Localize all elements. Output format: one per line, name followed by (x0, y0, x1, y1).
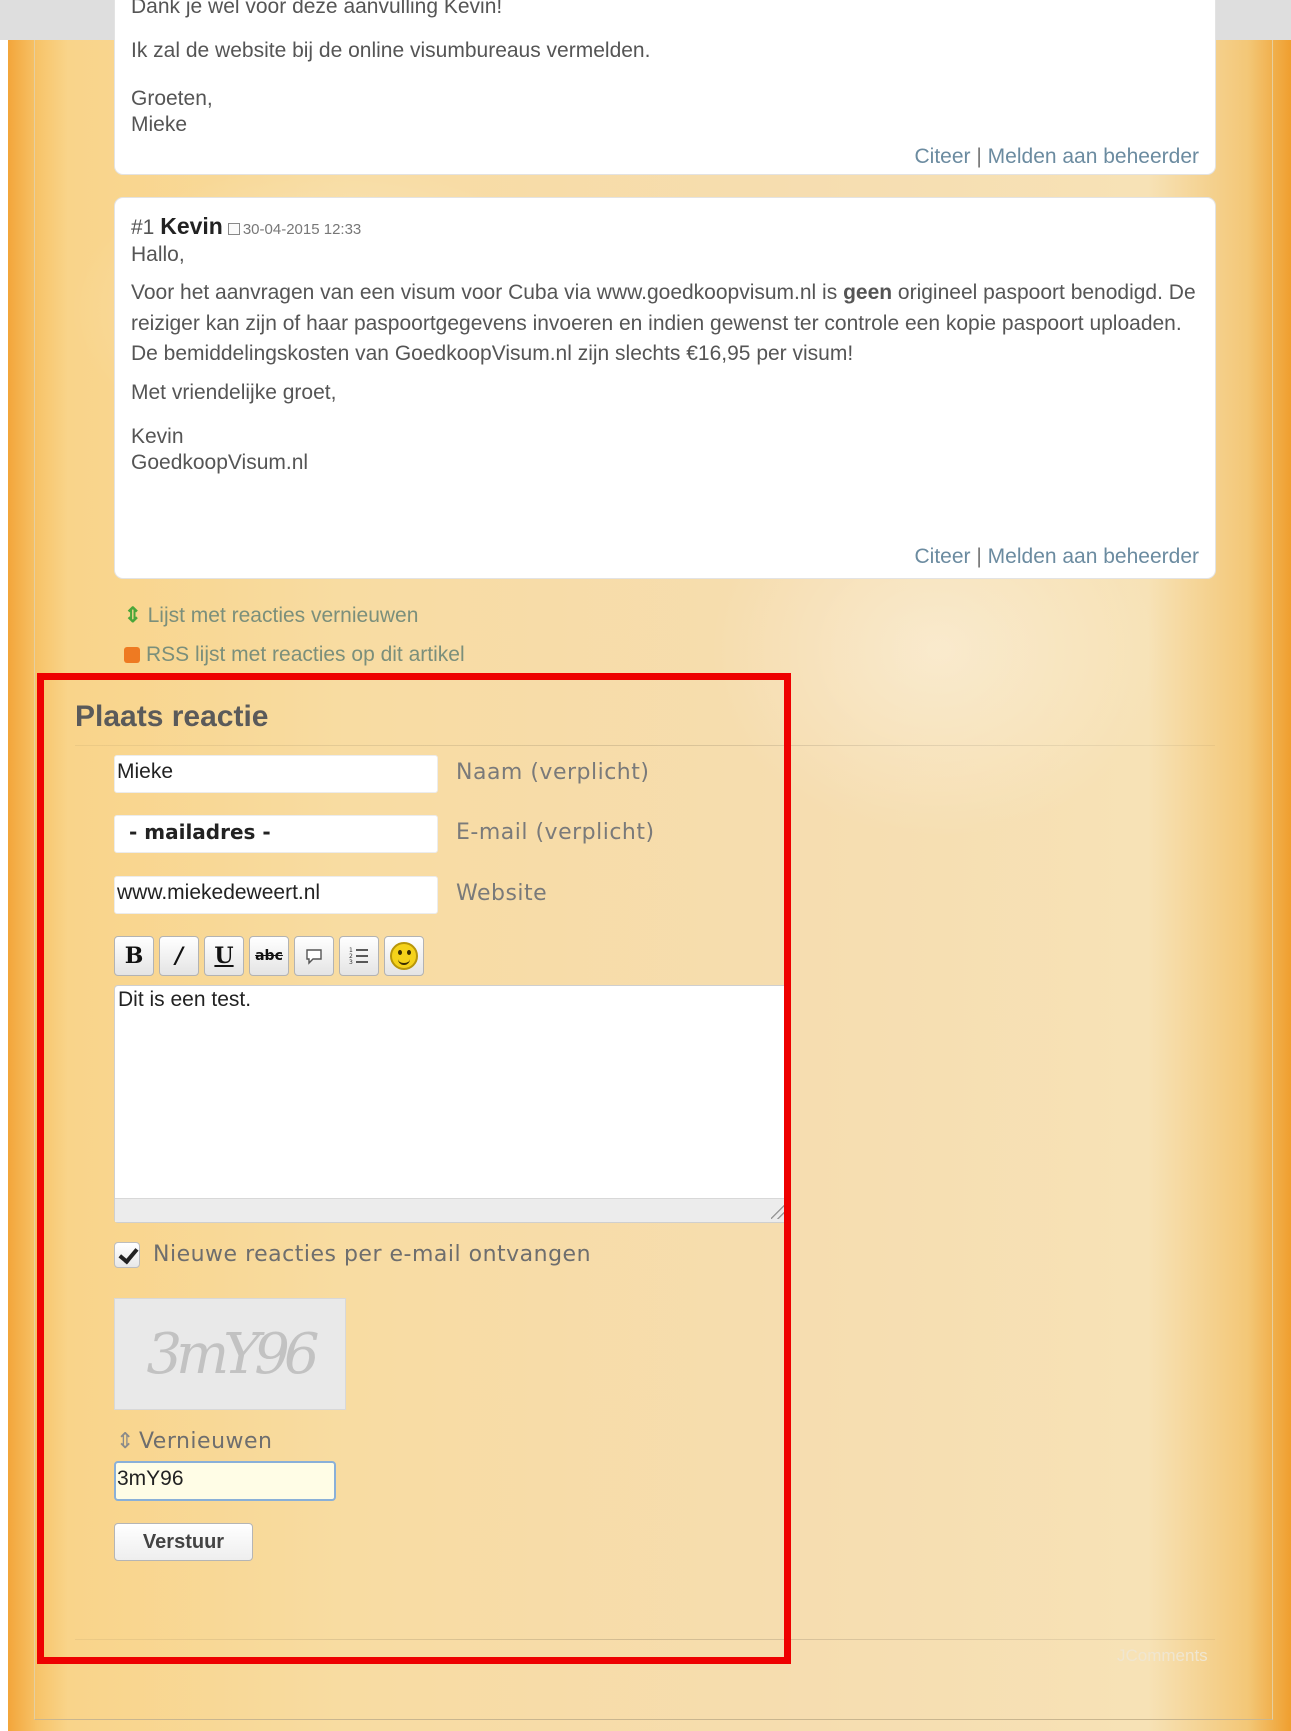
comment-header: #1 Kevin 30-04-2015 12:33 (131, 212, 361, 241)
comment-text: Voor het aanvragen van een visum voor Cu… (131, 281, 1196, 366)
signature-company: GoedkoopVisum.nl (131, 451, 309, 475)
report-link[interactable]: Melden aan beheerder (988, 145, 1199, 168)
form-title: Plaats reactie (75, 700, 269, 733)
comment-author: Kevin (160, 213, 223, 239)
list-icon: 123 (349, 947, 368, 966)
message-text: Dit is een test. (118, 988, 252, 1011)
comment-number: #1 (131, 216, 155, 239)
quote-link[interactable]: Citeer (914, 145, 970, 168)
list-button[interactable]: 123 (339, 936, 379, 976)
comment-closing: Met vriendelijke groet, (131, 380, 337, 404)
refresh-captcha-link[interactable]: ⇕ Vernieuwen (116, 1429, 272, 1454)
comment-bold-text: geen (843, 281, 893, 305)
comment-signature: Kevin GoedkoopVisum.nl (131, 424, 1199, 477)
comment-actions: Citeer | Melden aan beheerder (914, 544, 1199, 570)
report-link[interactable]: Melden aan beheerder (988, 545, 1199, 568)
captcha-input[interactable]: 3mY96 (114, 1461, 336, 1501)
comment-item: #1 Kevin 30-04-2015 12:33 Hallo, Voor het… (114, 197, 1216, 579)
italic-button[interactable]: / (159, 936, 199, 976)
refresh-comments-label: Lijst met reacties vernieuwen (147, 604, 419, 627)
comment-author-signature: Mieke (131, 113, 188, 137)
divider (75, 1639, 1215, 1640)
resize-handle[interactable] (115, 1198, 789, 1222)
email-label: E-mail (verplicht) (456, 820, 655, 845)
name-input[interactable]: Mieke (114, 755, 438, 793)
subscribe-checkbox[interactable] (114, 1242, 140, 1268)
comment-body: Hallo, Voor het aanvragen van een visum … (131, 242, 1199, 476)
rss-comments-link[interactable]: RSS lijst met reacties op dit artikel (124, 643, 465, 667)
message-textarea[interactable]: Dit is een test. (114, 985, 790, 1223)
quote-icon (306, 949, 322, 965)
comment-signature: Groeten, Mieke (131, 86, 213, 139)
editor-toolbar: B / U abc 123 (114, 936, 424, 976)
comment-closing: Groeten, (131, 87, 213, 110)
comment-greeting: Hallo, (131, 243, 185, 266)
italic-icon: / (174, 943, 184, 969)
comment-date: 30-04-2015 12:33 (242, 221, 362, 238)
svg-text:3: 3 (349, 959, 353, 966)
action-separator: | (976, 545, 982, 568)
smiley-icon (390, 942, 418, 970)
subscribe-label: Nieuwe reacties per e-mail ontvangen (153, 1242, 592, 1267)
strikethrough-button[interactable]: abc (249, 936, 289, 976)
signature-name: Kevin (131, 424, 184, 448)
captcha-image: 3mY96 (114, 1298, 346, 1410)
smiley-button[interactable] (384, 936, 424, 976)
website-input[interactable]: www.miekedeweert.nl (114, 876, 438, 914)
bold-button[interactable]: B (114, 936, 154, 976)
refresh-icon: ⇕ (116, 1429, 135, 1454)
jcomments-link[interactable]: JComments (1117, 1646, 1208, 1666)
comment-actions: Citeer | Melden aan beheerder (914, 144, 1199, 170)
name-label: Naam (verplicht) (456, 760, 650, 785)
rss-icon (124, 647, 140, 663)
divider (75, 745, 1215, 746)
comment-item: Dank je wel voor deze aanvulling Kevin! … (114, 0, 1216, 175)
quote-link[interactable]: Citeer (914, 545, 970, 568)
refresh-icon: ⇕ (124, 604, 142, 627)
refresh-comments-link[interactable]: ⇕ Lijst met reacties vernieuwen (124, 603, 418, 628)
comment-text: Dank je wel voor deze aanvulling Kevin! (131, 0, 503, 18)
refresh-captcha-label: Vernieuwen (138, 1429, 273, 1454)
website-label: Website (456, 881, 548, 906)
quote-button[interactable] (294, 936, 334, 976)
submit-button[interactable]: Verstuur (114, 1523, 253, 1561)
email-input[interactable]: - mailadres - (114, 815, 438, 853)
calendar-icon (227, 223, 240, 235)
underline-button[interactable]: U (204, 936, 244, 976)
comment-text: Ik zal de website bij de online visumbur… (131, 39, 651, 62)
action-separator: | (976, 145, 982, 168)
rss-comments-label: RSS lijst met reacties op dit artikel (146, 643, 465, 666)
